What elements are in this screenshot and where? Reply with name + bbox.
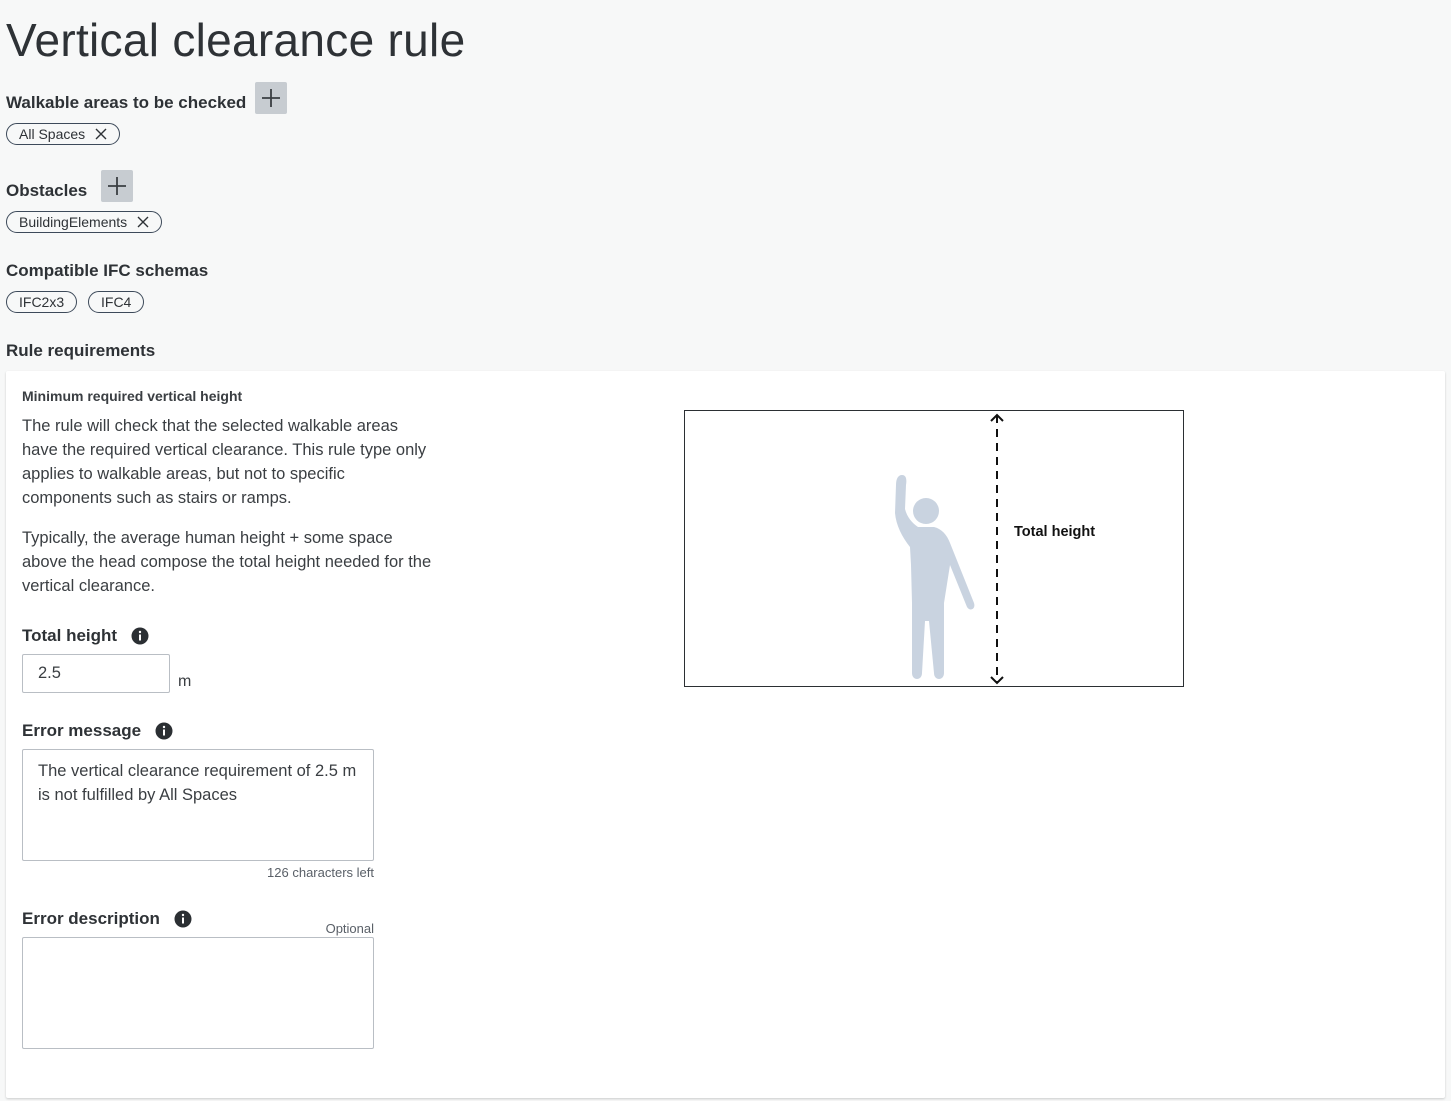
chip-label: IFC2x3: [19, 294, 65, 310]
chip-label: All Spaces: [19, 126, 86, 142]
rule-requirements-label: Rule requirements: [6, 341, 156, 360]
clearance-diagram: Total height: [684, 410, 1184, 687]
remove-building-elements-button[interactable]: [137, 216, 149, 228]
chip-all-spaces: All Spaces: [6, 123, 121, 145]
add-walkable-area-button[interactable]: [255, 82, 287, 114]
error-description-label: Error description: [22, 909, 192, 929]
total-height-label-text: Total height: [22, 626, 118, 645]
error-description-label-text: Error description: [22, 909, 160, 928]
remove-all-spaces-button[interactable]: [95, 128, 107, 140]
plus-icon: [108, 177, 126, 195]
person-icon: [895, 475, 975, 679]
info-icon[interactable]: [131, 627, 149, 645]
card-title: Minimum required vertical height: [22, 388, 243, 404]
diagram-total-height-label: Total height: [1014, 524, 1096, 540]
total-height-label: Total height: [22, 626, 149, 646]
chip-label: BuildingElements: [19, 214, 128, 230]
description-paragraph-2: Typically, the average human height + so…: [22, 529, 432, 595]
add-obstacle-button[interactable]: [101, 170, 133, 202]
error-message-textarea[interactable]: The vertical clearance requirement of 2.…: [22, 749, 374, 861]
arrow-down-icon: [990, 676, 1004, 685]
error-message-label: Error message: [22, 721, 173, 741]
description-paragraph-1: The rule will check that the selected wa…: [22, 417, 427, 507]
optional-label: Optional: [325, 921, 374, 936]
info-icon[interactable]: [155, 722, 173, 740]
total-height-unit: m: [178, 673, 192, 690]
plus-icon: [262, 89, 280, 107]
walkable-areas-label: Walkable areas to be checked: [6, 93, 247, 112]
rule-requirements-card: Minimum required vertical height The rul…: [6, 371, 1445, 1098]
characters-left-counter: 126 characters left: [267, 865, 374, 880]
close-icon: [95, 128, 107, 140]
error-message-label-text: Error message: [22, 721, 142, 740]
info-icon[interactable]: [174, 910, 192, 928]
chip-building-elements: BuildingElements: [6, 211, 163, 233]
page-title: Vertical clearance rule: [6, 14, 466, 66]
close-icon: [137, 216, 149, 228]
obstacles-label: Obstacles: [6, 181, 88, 200]
chip-ifc4: IFC4: [88, 291, 145, 313]
chip-ifc2x3: IFC2x3: [6, 291, 78, 313]
height-dimension-line: [990, 413, 1004, 685]
error-description-textarea[interactable]: [22, 937, 374, 1049]
ifc-schemas-label: Compatible IFC schemas: [6, 261, 209, 280]
chip-label: IFC4: [101, 294, 132, 310]
total-height-input[interactable]: [22, 654, 170, 693]
